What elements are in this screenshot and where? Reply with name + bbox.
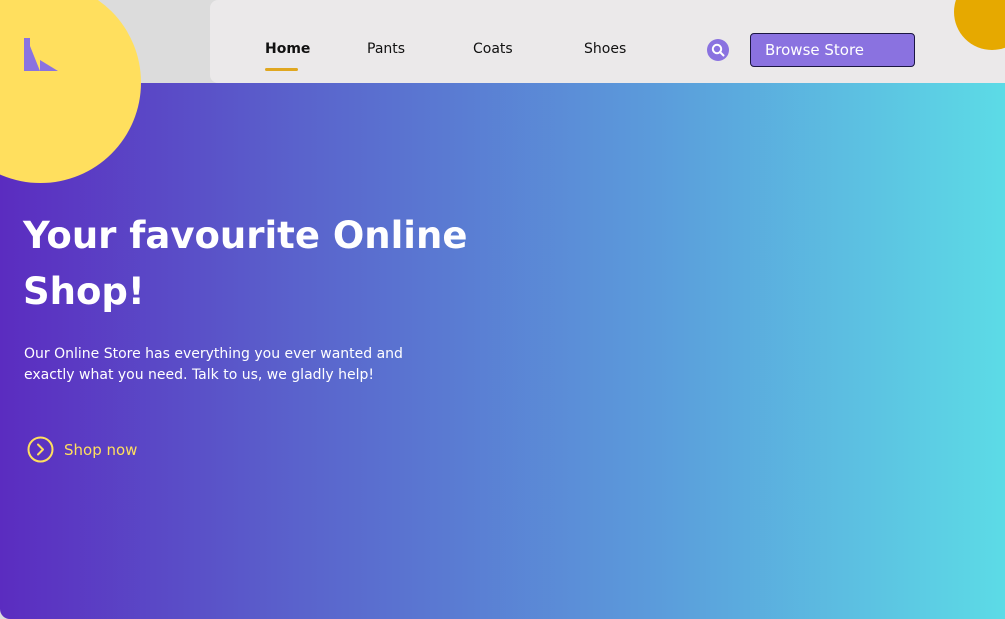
active-nav-indicator (265, 68, 298, 71)
page: Home Pants Coats Shoes Browse Store Your… (0, 0, 1005, 619)
browse-store-button[interactable]: Browse Store (750, 33, 915, 67)
nav-link-coats[interactable]: Coats (473, 41, 513, 57)
chevron-right-circle-icon (27, 436, 54, 463)
shop-now-link[interactable]: Shop now (27, 436, 137, 463)
nav-link-home[interactable]: Home (265, 41, 310, 57)
nav-link-shoes[interactable]: Shoes (584, 41, 626, 57)
search-icon (711, 43, 725, 57)
logo-icon[interactable] (24, 38, 58, 71)
nav-link-pants[interactable]: Pants (367, 41, 405, 57)
shop-now-label: Shop now (64, 440, 138, 459)
hero-description: Our Online Store has everything you ever… (24, 346, 403, 383)
hero-title: Your favourite Online Shop! (23, 214, 468, 313)
search-button[interactable] (707, 39, 729, 61)
